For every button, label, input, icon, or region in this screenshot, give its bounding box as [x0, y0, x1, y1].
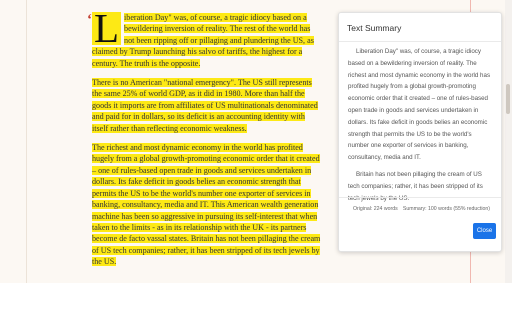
article-paragraph-3: The richest and most dynamic economy in …: [92, 142, 322, 267]
close-button[interactable]: Close: [473, 223, 496, 239]
article-body: ‘ L iberation Day" was, of course, a tra…: [87, 5, 322, 276]
highlighted-text: There is no American "national emergency…: [92, 78, 318, 133]
summary-paragraph-1: Liberation Day" was, of course, a tragic…: [348, 48, 491, 162]
panel-divider: [339, 197, 501, 198]
scrollbar-track[interactable]: [505, 0, 512, 283]
text-summary-panel: Text Summary Liberation Day" was, of cou…: [338, 12, 502, 252]
summary-text: Liberation Day" was, of course, a tragic…: [348, 46, 494, 209]
article-paragraph-1: ‘ L iberation Day" was, of course, a tra…: [87, 5, 322, 69]
quote-mark-icon: ‘: [87, 12, 92, 28]
summary-word-count: Summary: 100 words (55% reduction): [402, 206, 490, 212]
left-margin-rule: [26, 0, 27, 283]
panel-divider: [339, 41, 501, 42]
panel-title: Text Summary: [347, 23, 402, 33]
drop-cap: L: [92, 5, 122, 51]
page-bottom-area: [0, 283, 512, 320]
highlighted-text: iberation Day" was, of course, a tragic …: [92, 13, 314, 68]
summary-paragraph-2: Britain has not been pillaging the cream…: [348, 170, 483, 202]
scrollbar-thumb[interactable]: [506, 84, 510, 114]
original-word-count: Original: 224 words: [353, 206, 398, 212]
article-paragraph-2: There is no American "national emergency…: [92, 77, 322, 134]
highlighted-text: The richest and most dynamic economy in …: [92, 143, 321, 267]
word-count-stats: Original: 224 words Summary: 100 words (…: [347, 203, 493, 215]
